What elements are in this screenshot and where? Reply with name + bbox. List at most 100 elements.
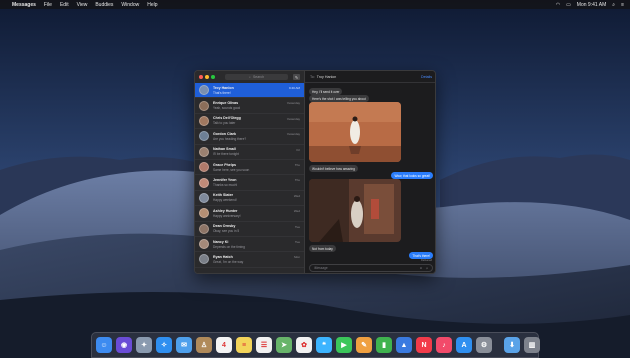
message-bubble[interactable]: Hey, I'll send it over [309, 88, 343, 95]
conversation-time: Tue [294, 224, 300, 229]
conversation-texts: Ashley Hunter Happy anniversary! [213, 209, 300, 218]
siri-icon[interactable]: ◉ [116, 337, 132, 353]
contact-name: Grace Phelps [213, 162, 236, 167]
contact-name: Keith Slater [213, 193, 233, 198]
contact-name: Dean Ornsby [213, 224, 236, 229]
avatar [199, 223, 209, 234]
conversation-item[interactable]: Chris Dell'Olegg Talk to you later Yesterd… [195, 114, 304, 130]
conversation-time: Yesterday [286, 101, 300, 106]
menu-view[interactable]: View [77, 2, 88, 8]
conversation-item[interactable]: Jennifer Yeon Thanks so much! Thu [195, 175, 304, 191]
downloads-icon[interactable]: ⬇ [504, 337, 520, 353]
emoji-icon[interactable]: ☺ [419, 266, 422, 270]
numbers-icon[interactable]: ▮ [376, 337, 392, 353]
contact-name: Nancy Ki [213, 239, 229, 244]
music-icon[interactable]: ♪ [436, 337, 452, 353]
news-icon[interactable]: N [416, 337, 432, 353]
trash-icon[interactable]: ▥ [524, 337, 540, 353]
conversation-texts: Nancy Ki Depends on the timing [213, 240, 300, 249]
chat-header: To: Troy Hanlon Details [305, 71, 435, 83]
menu-window[interactable]: Window [121, 2, 139, 8]
finder-icon[interactable]: ☺ [96, 337, 112, 353]
keynote-icon[interactable]: ▲ [396, 337, 412, 353]
system-preferences-icon[interactable]: ⚙ [476, 337, 492, 353]
conversation-sidebar: ⌕ Search ✎ Troy Hanlon That's there! 9:40 … [195, 71, 305, 273]
maps-icon[interactable]: ➤ [276, 337, 292, 353]
contact-name: Ashley Hunter [213, 208, 238, 213]
message-bubble[interactable]: Wouldn't believe how amazing [309, 165, 358, 172]
messages-icon[interactable]: ❝ [316, 337, 332, 353]
menu-edit[interactable]: Edit [60, 2, 69, 8]
recipient-name[interactable]: Troy Hanlon [317, 75, 336, 79]
message-bubble[interactable]: Not from today [309, 245, 336, 252]
microphone-icon[interactable]: ♫ [426, 266, 428, 270]
contacts-icon[interactable]: ♙ [196, 337, 212, 353]
message-preview: Same here, see you soon [213, 167, 250, 172]
contact-name: Jennifer Yeon [213, 178, 237, 183]
notes-icon[interactable]: ≡ [236, 337, 252, 353]
spotlight-search-icon[interactable]: ⌕ [612, 2, 615, 8]
avatar [199, 208, 209, 219]
menu-app-name[interactable]: Messages [12, 2, 36, 8]
message-preview: Thanks so much! [213, 183, 238, 188]
compose-icon: ✎ [294, 74, 299, 80]
conversation-item[interactable]: Ashley Hunter Happy anniversary! Wed [195, 206, 304, 222]
conversation-item[interactable]: Troy Hanlon That's there! 9:40 AM [195, 83, 304, 99]
message-bubble-outgoing[interactable]: Wow, that looks so great! [391, 172, 433, 179]
conversation-time: Wed [293, 209, 300, 214]
photos-icon[interactable]: ✿ [296, 337, 312, 353]
menu-clock[interactable]: Mon 9:41 AM [577, 2, 606, 8]
control-center-icon[interactable]: ≡ [621, 2, 624, 8]
conversation-time: Tue [294, 239, 300, 244]
conversation-time: Yesterday [286, 132, 300, 137]
menu-help[interactable]: Help [147, 2, 157, 8]
menu-buddies[interactable]: Buddies [95, 2, 113, 8]
contact-name: Troy Hanlon [213, 85, 234, 90]
safari-icon[interactable]: ✧ [156, 337, 172, 353]
facetime-icon[interactable]: ▶ [336, 337, 352, 353]
conversation-item[interactable]: Keith Slater Happy weekend! Wed [195, 191, 304, 207]
message-preview: Great, I'm on the way [213, 259, 244, 264]
details-button[interactable]: Details [421, 75, 432, 79]
conversation-time: Wed [293, 193, 300, 198]
photo-attachment[interactable] [309, 179, 401, 242]
dock: ☺ ◉ ✦ ✧ ✉ ♙ 4 ≡ ☰ ➤ ✿ ❝ ▶ ✎ ▮ ▲ N ♪ A ⚙ ⬇ ▥ [91, 332, 540, 358]
calendar-icon[interactable]: 4 [216, 337, 232, 353]
conversation-time: 9:40 AM [288, 86, 300, 90]
launchpad-icon[interactable]: ✦ [136, 337, 152, 353]
photo-attachment[interactable] [309, 102, 401, 162]
menu-file[interactable]: File [44, 2, 52, 8]
wifi-icon[interactable]: ◠ [556, 2, 560, 8]
menu-bar: Messages File Edit View Buddies Window H… [0, 0, 630, 9]
avatar [199, 254, 209, 265]
conversation-item[interactable]: Nathan Small I'll be there tonight Fri [195, 145, 304, 160]
message-input[interactable]: iMessage ☺ ♫ [309, 264, 433, 272]
avatar [199, 100, 209, 111]
message-bubble[interactable]: Here's the shot I was telling you about [309, 95, 369, 102]
conversation-item[interactable]: Gordon Clark Are you heading there? Yester… [195, 129, 304, 145]
conversation-item[interactable]: Dean Ornsby Okay, see you in 5 Tue [195, 222, 304, 237]
battery-icon[interactable]: ▭ [566, 2, 571, 8]
conversation-item[interactable]: Ryan Hatch Great, I'm on the way Mon [195, 252, 304, 268]
message-bubble-outgoing[interactable]: That's there! [409, 252, 433, 259]
conversation-time: Thu [294, 162, 300, 167]
search-icon: ⌕ [248, 75, 251, 79]
pages-icon[interactable]: ✎ [356, 337, 372, 353]
conversation-item[interactable]: Grace Phelps Same here, see you soon Thu [195, 160, 304, 176]
chat-pane: To: Troy Hanlon Details Hey, I'll send i… [305, 71, 435, 273]
compose-button[interactable]: ✎ [293, 74, 300, 80]
avatar [199, 146, 209, 157]
minimize-window-button[interactable] [205, 75, 209, 79]
conversation-item[interactable]: Enrique Olivas Yeah, sounds good Yesterday [195, 98, 304, 114]
close-window-button[interactable] [199, 75, 203, 79]
search-field[interactable]: ⌕ Search [225, 74, 288, 80]
zoom-window-button[interactable] [211, 75, 215, 79]
conversation-time: Thu [294, 178, 300, 183]
mail-icon[interactable]: ✉ [176, 337, 192, 353]
message-preview: Are you heading there? [213, 136, 247, 141]
avatar [199, 192, 209, 203]
reminders-icon[interactable]: ☰ [256, 337, 272, 353]
conversation-texts: Dean Ornsby Okay, see you in 5 [213, 224, 300, 233]
conversation-item[interactable]: Nancy Ki Depends on the timing Tue [195, 237, 304, 253]
app-store-icon[interactable]: A [456, 337, 472, 353]
